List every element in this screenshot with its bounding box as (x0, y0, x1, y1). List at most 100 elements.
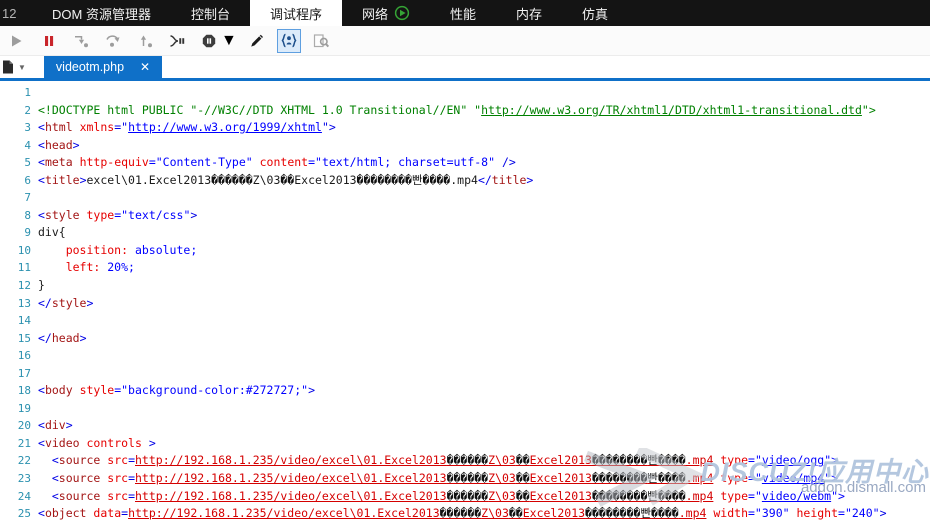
code-line: 3<html xmlns="http://www.w3.org/1999/xht… (0, 119, 930, 137)
window-label: 12 (0, 0, 32, 26)
line-number[interactable]: 6 (0, 172, 38, 190)
code-line: 2<!DOCTYPE html PUBLIC "-//W3C//DTD XHTM… (0, 102, 930, 120)
line-number[interactable]: 17 (0, 365, 38, 383)
devtools-tab-label: 仿真 (582, 4, 608, 23)
code-text: <video controls > (38, 435, 156, 453)
code-text: left: 20%; (38, 259, 135, 277)
code-line: 1 (0, 84, 930, 102)
continue-button[interactable] (5, 29, 29, 53)
step-out-button[interactable] (133, 29, 157, 53)
line-number[interactable]: 12 (0, 277, 38, 295)
code-line: 4<head> (0, 137, 930, 155)
code-text: div{ (38, 224, 66, 242)
line-number[interactable]: 10 (0, 242, 38, 260)
code-line: 11 left: 20%; (0, 259, 930, 277)
code-text: position: absolute; (38, 242, 197, 260)
break-on-new-worker-button[interactable] (165, 29, 189, 53)
step-out-icon (137, 34, 153, 48)
document-icon (2, 60, 14, 74)
devtools-tab-3[interactable]: 网络 (342, 0, 430, 26)
devtools-tab-nav: DOM 资源管理器 控制台调试程序 网络 性能内存 仿真 (32, 0, 628, 26)
code-line: 17 (0, 365, 930, 383)
file-tab-strip: ▼ videotm.php ✕ (0, 56, 930, 81)
step-over-button[interactable] (101, 29, 125, 53)
code-line: 12} (0, 277, 930, 295)
line-number[interactable]: 11 (0, 259, 38, 277)
devtools-tab-2[interactable]: 调试程序 (250, 0, 342, 26)
code-line: 7 (0, 189, 930, 207)
code-line: 8<style type="text/css"> (0, 207, 930, 225)
code-text: <html xmlns="http://www.w3.org/1999/xhtm… (38, 119, 336, 137)
open-document-picker[interactable]: ▼ (0, 56, 32, 78)
code-line: 5<meta http-equiv="Content-Type" content… (0, 154, 930, 172)
code-line: 15</head> (0, 330, 930, 348)
line-number[interactable]: 14 (0, 312, 38, 330)
line-number[interactable]: 8 (0, 207, 38, 225)
line-number[interactable]: 3 (0, 119, 38, 137)
devtools-tab-5[interactable]: 内存 (496, 0, 562, 26)
just-my-code-button[interactable] (277, 29, 301, 53)
line-number[interactable]: 20 (0, 417, 38, 435)
devtools-tab-6[interactable]: 仿真 (562, 0, 628, 26)
code-line: 20<div> (0, 417, 930, 435)
chevron-down-icon[interactable]: ▼ (221, 32, 237, 50)
devtools-tab-label: DOM 资源管理器 (52, 4, 151, 23)
continue-icon (10, 34, 24, 48)
line-number[interactable]: 19 (0, 400, 38, 418)
break-on-new-worker-icon (169, 34, 185, 48)
line-number[interactable]: 22 (0, 452, 38, 470)
code-line: 16 (0, 347, 930, 365)
devtools-tab-1[interactable]: 控制台 (171, 0, 250, 26)
line-number[interactable]: 4 (0, 137, 38, 155)
close-icon[interactable]: ✕ (140, 61, 150, 73)
devtools-tab-4[interactable]: 性能 (430, 0, 496, 26)
code-text: <style type="text/css"> (38, 207, 197, 225)
code-line: 9div{ (0, 224, 930, 242)
line-number[interactable]: 21 (0, 435, 38, 453)
break-button[interactable] (37, 29, 61, 53)
debugger-toolbar: ▼ (0, 26, 930, 56)
line-number[interactable]: 23 (0, 470, 38, 488)
code-text: <source src=http://192.168.1.235/video/e… (38, 470, 838, 488)
line-number[interactable]: 7 (0, 189, 38, 207)
code-text: <title>excel\01.Excel2013������Z\03��Exc… (38, 172, 533, 190)
chevron-down-icon: ▼ (18, 63, 26, 72)
code-line: 6<title>excel\01.Excel2013������Z\03��Ex… (0, 172, 930, 190)
line-number[interactable]: 1 (0, 84, 38, 102)
pretty-print-icon (249, 34, 264, 48)
code-line: 24 <source src=http://192.168.1.235/vide… (0, 488, 930, 506)
code-text: </head> (38, 330, 87, 348)
code-area[interactable]: 12<!DOCTYPE html PUBLIC "-//W3C//DTD XHT… (0, 84, 930, 522)
line-number[interactable]: 18 (0, 382, 38, 400)
code-line: 25<object data=http://192.168.1.235/vide… (0, 505, 930, 522)
line-number[interactable]: 5 (0, 154, 38, 172)
code-line: 10 position: absolute; (0, 242, 930, 260)
code-text: } (38, 277, 45, 295)
code-text: <div> (38, 417, 73, 435)
code-text: <object data=http://192.168.1.235/video/… (38, 505, 887, 522)
step-into-button[interactable] (69, 29, 93, 53)
line-number[interactable]: 13 (0, 295, 38, 313)
break-icon (42, 34, 56, 48)
pretty-print-button[interactable] (245, 29, 269, 53)
find-in-files-button[interactable] (309, 29, 333, 53)
line-number[interactable]: 25 (0, 505, 38, 522)
code-line: 14 (0, 312, 930, 330)
line-number[interactable]: 15 (0, 330, 38, 348)
code-text: <source src=http://192.168.1.235/video/e… (38, 488, 845, 506)
devtools-tab-0[interactable]: DOM 资源管理器 (32, 0, 171, 26)
line-number[interactable]: 9 (0, 224, 38, 242)
line-number[interactable]: 24 (0, 488, 38, 506)
line-number[interactable]: 16 (0, 347, 38, 365)
code-text: <meta http-equiv="Content-Type" content=… (38, 154, 516, 172)
file-tab-videotm[interactable]: videotm.php ✕ (44, 56, 162, 78)
find-in-files-icon (313, 34, 329, 48)
code-text: <source src=http://192.168.1.235/video/e… (38, 452, 838, 470)
code-line: 23 <source src=http://192.168.1.235/vide… (0, 470, 930, 488)
line-number[interactable]: 2 (0, 102, 38, 120)
exception-control-button[interactable] (197, 29, 221, 53)
code-text: <body style="background-color:#272727;"> (38, 382, 315, 400)
step-into-icon (73, 34, 89, 48)
exception-control-icon (202, 34, 216, 48)
devtools-tab-label: 网络 (362, 4, 388, 23)
